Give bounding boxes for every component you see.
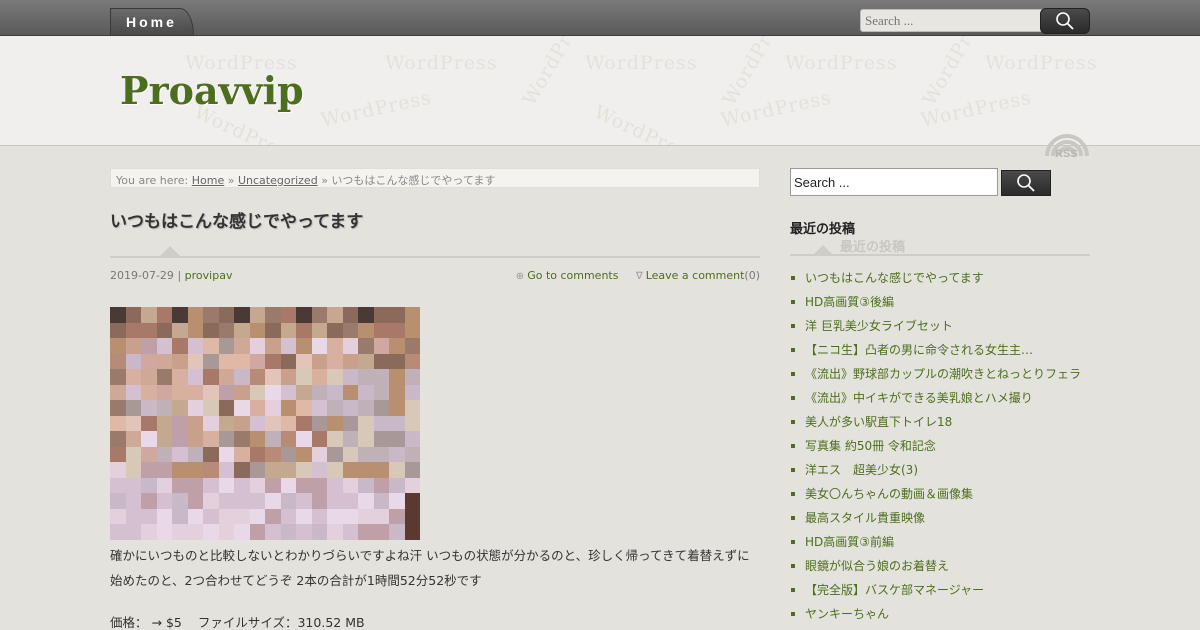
recent-post-item: ヤンキーちゃん (790, 604, 1100, 628)
recent-post-item: 《流出》野球部カップルの潮吹きとねっとりフェラ (790, 364, 1100, 388)
recent-post-link[interactable]: HD高画質③前編 (805, 535, 894, 549)
recent-post-link[interactable]: 洋 巨乳美少女ライブセット (805, 319, 953, 333)
filesize-label: ファイルサイズ： (197, 615, 298, 630)
recent-posts-title: 最近の投稿 (790, 222, 856, 237)
title-divider (110, 256, 760, 258)
recent-post-link[interactable]: 【完全版】バスケ部マネージャー (805, 583, 984, 597)
sidebar-search-button[interactable] (1001, 170, 1051, 196)
watermark-text: WordPress (385, 52, 498, 74)
recent-post-link[interactable]: 《流出》野球部カップルの潮吹きとねっとりフェラ (805, 367, 1081, 381)
filesize-value: 310.52 MB (297, 615, 365, 630)
comment-arrow-icon: ∇ (635, 271, 643, 282)
post-comment-links: ⊕ Go to comments ∇ Leave a comment(0) (516, 269, 760, 282)
recent-post-link[interactable]: 最高スタイル貴重映像 (805, 511, 925, 525)
recent-post-link[interactable]: 美女〇んちゃんの動画＆画像集 (805, 487, 973, 501)
watermark-text: WordPress (518, 36, 594, 110)
price-value: → $5 (151, 615, 182, 630)
sidebar-search-input[interactable] (790, 168, 998, 196)
watermark-text: WordPress (590, 101, 702, 146)
post-author-link[interactable]: provipav (185, 269, 233, 282)
comments-icon: ⊕ (515, 271, 525, 282)
top-search-form (860, 8, 1090, 34)
recent-post-item: 最高スタイル貴重映像 (790, 508, 1100, 532)
meta-separator: | (177, 269, 182, 282)
go-to-comments-link[interactable]: Go to comments (527, 269, 618, 282)
recent-post-link[interactable]: 眼鏡が似合う娘のお着替え (805, 559, 949, 573)
title-divider-notch (160, 246, 180, 256)
nav-home-tab[interactable]: Home (110, 8, 194, 35)
recent-post-item: 【ニコ生】凸者の男に命令される女生主… (790, 340, 1100, 364)
breadcrumb-separator: » (321, 174, 328, 187)
recent-post-link[interactable]: 洋エス 超美少女(3) (805, 463, 918, 477)
leave-comment-link[interactable]: Leave a comment (646, 269, 745, 282)
breadcrumb: You are here: Home » Uncategorized » いつも… (110, 168, 760, 188)
recent-post-item: 洋 巨乳美少女ライブセット (790, 316, 1100, 340)
recent-posts-title-shadow: 最近の投稿 (840, 240, 906, 255)
top-nav-bar: Home (0, 0, 1200, 36)
recent-post-link[interactable]: ヤンキーちゃん (805, 607, 889, 621)
recent-post-link[interactable]: 美人が多い駅直下トイレ18 (805, 415, 952, 429)
post-title[interactable]: いつもはこんな感じでやってます (110, 207, 363, 232)
price-line: 価格： → $5 ファイルサイズ：310.52 MB (110, 612, 365, 630)
recent-post-item: 眼鏡が似合う娘のお着替え (790, 556, 1100, 580)
sidebar-search-form (790, 168, 1052, 196)
site-title[interactable]: Proavvip (120, 68, 304, 113)
price-label: 価格： (110, 615, 148, 630)
recent-post-item: いつもはこんな感じでやってます (790, 268, 1100, 292)
top-search-input[interactable] (860, 9, 1050, 32)
recent-posts-list: いつもはこんな感じでやってます HD高画質③後編洋 巨乳美少女ライブセット【ニコ生… (790, 268, 1100, 628)
recent-post-link[interactable]: いつもはこんな感じでやってます (805, 271, 984, 285)
rss-label[interactable]: RSS (1055, 148, 1078, 160)
recent-post-item: 美人が多い駅直下トイレ18 (790, 412, 1100, 436)
recent-post-item: 写真集 約50冊 令和記念 (790, 436, 1100, 460)
recent-post-link[interactable]: 《流出》中イキができる美乳娘とハメ撮り (805, 391, 1033, 405)
recent-post-link[interactable]: 写真集 約50冊 令和記念 (805, 439, 936, 453)
recent-post-link[interactable]: 【ニコ生】凸者の男に命令される女生主… (805, 343, 1033, 357)
search-icon (1017, 174, 1035, 192)
breadcrumb-current: いつもはこんな感じでやってます (331, 174, 496, 187)
comment-count: (0) (744, 269, 760, 282)
watermark-text: WordPress (785, 52, 898, 74)
breadcrumb-separator: » (227, 174, 235, 187)
post-body-text: 確かにいつものと比較しないとわかりづらいですよね汗 いつもの状態が分かるのと、珍… (110, 548, 750, 588)
recent-post-item: HD高画質③前編 (790, 532, 1100, 556)
watermark-text: WordPress (985, 52, 1098, 74)
recent-post-link[interactable]: HD高画質③後編 (805, 295, 894, 309)
recent-post-item: 《流出》中イキができる美乳娘とハメ撮り (790, 388, 1100, 412)
breadcrumb-home-link[interactable]: Home (192, 174, 224, 187)
breadcrumb-prefix: You are here: (116, 174, 189, 187)
breadcrumb-category-link[interactable]: Uncategorized (238, 174, 318, 187)
recent-post-item: 【完全版】バスケ部マネージャー (790, 580, 1100, 604)
widget-divider (790, 254, 1090, 256)
recent-post-item: 美女〇んちゃんの動画＆画像集 (790, 484, 1100, 508)
watermark-text: WordPress (318, 86, 434, 132)
recent-post-item: 洋エス 超美少女(3) (790, 460, 1100, 484)
watermark-text: WordPress (585, 52, 698, 74)
post-image[interactable] (110, 307, 420, 540)
post-meta: 2019-07-29 | provipav (110, 269, 232, 282)
top-search-button[interactable] (1040, 8, 1090, 34)
widget-divider-notch (814, 245, 832, 254)
recent-post-item: HD高画質③後編 (790, 292, 1100, 316)
site-header: WordPress WordPress WordPress WordPress … (0, 36, 1200, 146)
search-icon (1056, 12, 1074, 30)
post-date: 2019-07-29 (110, 269, 174, 282)
